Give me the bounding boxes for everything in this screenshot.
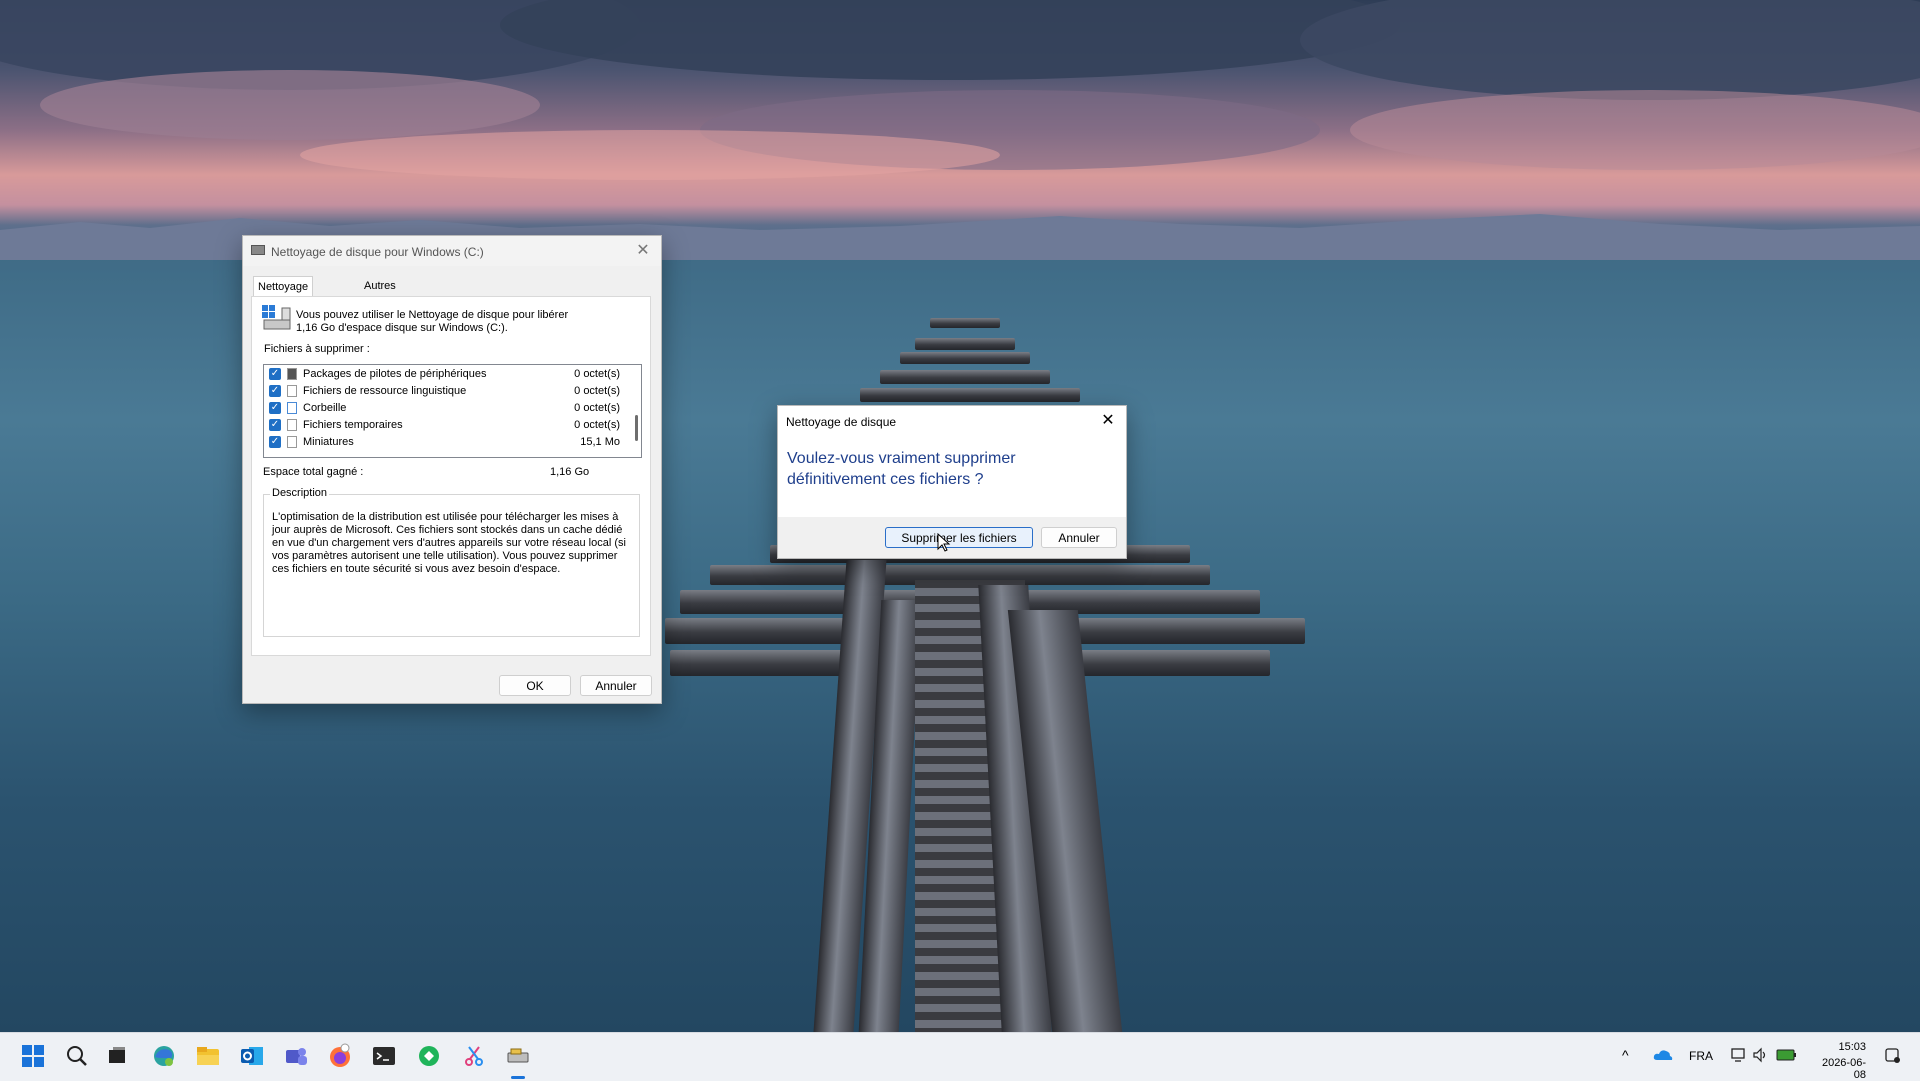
file-name: Miniatures: [303, 436, 354, 448]
mouse-cursor-icon: [937, 533, 951, 552]
list-item[interactable]: ✓ Fichiers de ressource linguistique 0 o…: [264, 383, 624, 400]
confirm-dialog: Nettoyage de disque ✕ Voulez-vous vraime…: [777, 405, 1127, 559]
file-size: 0 octet(s): [574, 402, 620, 414]
description-label: Description: [270, 487, 330, 499]
cancel-button[interactable]: Annuler: [1041, 527, 1117, 548]
driver-icon: [287, 368, 297, 380]
dialog-title: Nettoyage de disque: [786, 415, 897, 429]
list-item[interactable]: ✓ Miniatures 15,1 Mo: [264, 434, 624, 451]
notification-icon[interactable]: [1884, 1047, 1902, 1065]
file-size: 0 octet(s): [574, 368, 620, 380]
language-indicator[interactable]: FRA: [1689, 1049, 1713, 1063]
total-value: 1,16 Go: [550, 466, 590, 478]
window-title: Nettoyage de disque pour Windows (C:): [271, 245, 484, 259]
list-item[interactable]: ✓ Fichiers temporaires 0 octet(s): [264, 417, 624, 434]
green-app-icon[interactable]: [414, 1041, 444, 1071]
network-icon[interactable]: [1731, 1047, 1747, 1063]
snipping-tool-icon[interactable]: [459, 1041, 489, 1071]
file-explorer-icon[interactable]: [193, 1041, 223, 1071]
list-item[interactable]: ✓ Corbeille 0 octet(s): [264, 400, 624, 417]
cancel-button[interactable]: Annuler: [580, 675, 652, 696]
volume-icon[interactable]: [1752, 1047, 1768, 1063]
search-icon[interactable]: [62, 1041, 92, 1071]
list-scrollbar[interactable]: [635, 415, 638, 441]
file-size: 0 octet(s): [574, 385, 620, 397]
file-name: Packages de pilotes de périphériques: [303, 368, 487, 380]
onedrive-icon[interactable]: [1653, 1047, 1673, 1061]
start-icon[interactable]: [18, 1041, 48, 1071]
disk-cleanup-window: Nettoyage de disque pour Windows (C:) ✕ …: [242, 235, 662, 704]
edge-icon[interactable]: [149, 1041, 179, 1071]
checkbox[interactable]: ✓: [269, 368, 281, 380]
checkbox[interactable]: ✓: [269, 402, 281, 414]
disk-cleanup-icon: [251, 245, 265, 255]
outlook-icon[interactable]: [237, 1041, 267, 1071]
file-name: Fichiers de ressource linguistique: [303, 385, 467, 397]
file-size: 0 octet(s): [574, 419, 620, 431]
files-label: Fichiers à supprimer :: [264, 343, 370, 355]
delete-files-button[interactable]: Supprimer les fichiers: [885, 527, 1033, 548]
description-group: Description L'optimisation de la distrib…: [263, 487, 640, 637]
file-size: 15,1 Mo: [580, 436, 620, 448]
teams-icon[interactable]: [281, 1041, 311, 1071]
description-text: L'optimisation de la distribution est ut…: [272, 511, 626, 575]
tab-autres-options[interactable]: Autres options: [360, 276, 403, 312]
checkbox[interactable]: ✓: [269, 385, 281, 397]
file-name: Fichiers temporaires: [303, 419, 403, 431]
close-icon[interactable]: ✕: [1098, 411, 1118, 431]
clock-date[interactable]: 2026-06-08: [1814, 1057, 1866, 1081]
total-label: Espace total gagné :: [263, 466, 364, 478]
intro-text: Vous pouvez utiliser le Nettoyage de dis…: [296, 309, 569, 334]
clock-time[interactable]: 15:03: [1814, 1041, 1866, 1053]
title-bar[interactable]: Nettoyage de disque ✕: [778, 406, 1126, 436]
checkbox[interactable]: ✓: [269, 436, 281, 448]
file-icon: [287, 436, 297, 448]
battery-icon[interactable]: [1776, 1048, 1798, 1062]
chevron-up-icon[interactable]: ^: [1622, 1047, 1629, 1063]
active-indicator: [511, 1076, 525, 1079]
disk-cleanup-icon[interactable]: [503, 1041, 533, 1071]
dialog-footer: Supprimer les fichiers Annuler: [778, 517, 1126, 558]
file-icon: [287, 385, 297, 397]
checkbox[interactable]: ✓: [269, 419, 281, 431]
confirm-question: Voulez-vous vraiment supprimer définitiv…: [787, 450, 1016, 488]
tab-nettoyage[interactable]: Nettoyage de disque: [253, 276, 314, 313]
terminal-icon[interactable]: [369, 1041, 399, 1071]
file-icon: [287, 419, 297, 431]
files-list[interactable]: ✓ Packages de pilotes de périphériques 0…: [263, 364, 642, 458]
firefox-icon[interactable]: [325, 1041, 355, 1071]
file-name: Corbeille: [303, 402, 347, 414]
ok-button[interactable]: OK: [499, 675, 571, 696]
list-item[interactable]: ✓ Packages de pilotes de périphériques 0…: [264, 366, 624, 383]
windows-drive-icon: [262, 305, 291, 330]
title-bar[interactable]: Nettoyage de disque pour Windows (C:) ✕: [243, 236, 661, 266]
taskbar: ^ FRA 15:03 2026-06-08: [0, 1032, 1920, 1081]
task-view-icon[interactable]: [103, 1041, 133, 1071]
recycle-bin-icon: [287, 402, 297, 414]
close-icon[interactable]: ✕: [633, 241, 653, 261]
